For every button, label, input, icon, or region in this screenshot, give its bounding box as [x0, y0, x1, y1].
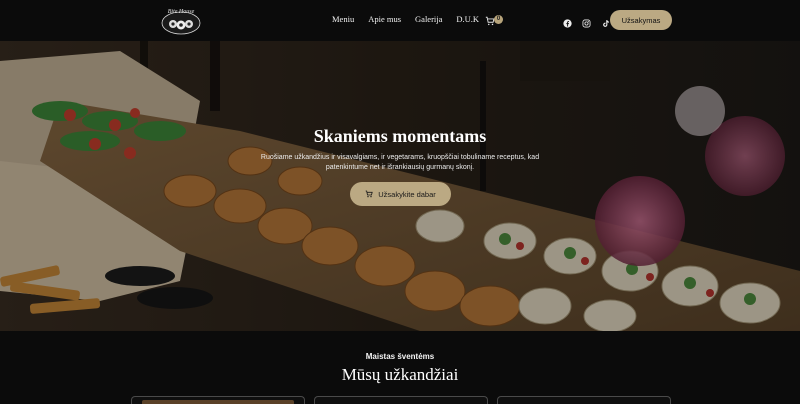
order-now-button[interactable]: Užsakykite dabar	[350, 182, 451, 206]
product-card[interactable]	[497, 396, 671, 404]
brand-logo[interactable]: Bite House	[160, 4, 202, 36]
cart-button[interactable]: 0	[485, 13, 505, 27]
menu-item-galerija[interactable]: Galerija	[415, 14, 442, 24]
menu-item-meniu[interactable]: Meniu	[332, 14, 354, 24]
hero-section: Skaniems momentams Ruošiame užkandžius i…	[0, 41, 800, 331]
cart-count-badge: 0	[494, 15, 503, 24]
facebook-icon[interactable]	[563, 15, 572, 28]
instagram-icon[interactable]	[582, 15, 591, 28]
product-card[interactable]	[314, 396, 488, 404]
order-button[interactable]: Užsakymas	[610, 10, 672, 30]
product-card[interactable]	[131, 396, 305, 404]
top-navigation: Bite House Meniu Apie mus Galerija D.U.K…	[0, 0, 800, 41]
tiktok-icon[interactable]	[601, 15, 610, 27]
social-links	[563, 15, 610, 28]
snacks-section: Maistas šventėms Mūsų užkandžiai	[0, 331, 800, 404]
section-subtitle: Maistas šventėms	[365, 352, 435, 361]
main-menu: Meniu Apie mus Galerija D.U.K	[332, 14, 493, 24]
hero-title: Skaniems momentams	[313, 126, 487, 146]
menu-item-apie-mus[interactable]: Apie mus	[368, 14, 401, 24]
order-now-label: Užsakykite dabar	[378, 189, 436, 199]
logo-text: Bite House	[168, 9, 195, 15]
menu-item-duk[interactable]: D.U.K	[456, 14, 479, 24]
product-card-image	[142, 400, 294, 404]
hero-description: Ruošiame užkandžius ir visavalgiams, ir …	[260, 154, 540, 171]
section-title: Mūsų užkandžiai	[341, 365, 459, 384]
cart-icon	[365, 190, 373, 198]
